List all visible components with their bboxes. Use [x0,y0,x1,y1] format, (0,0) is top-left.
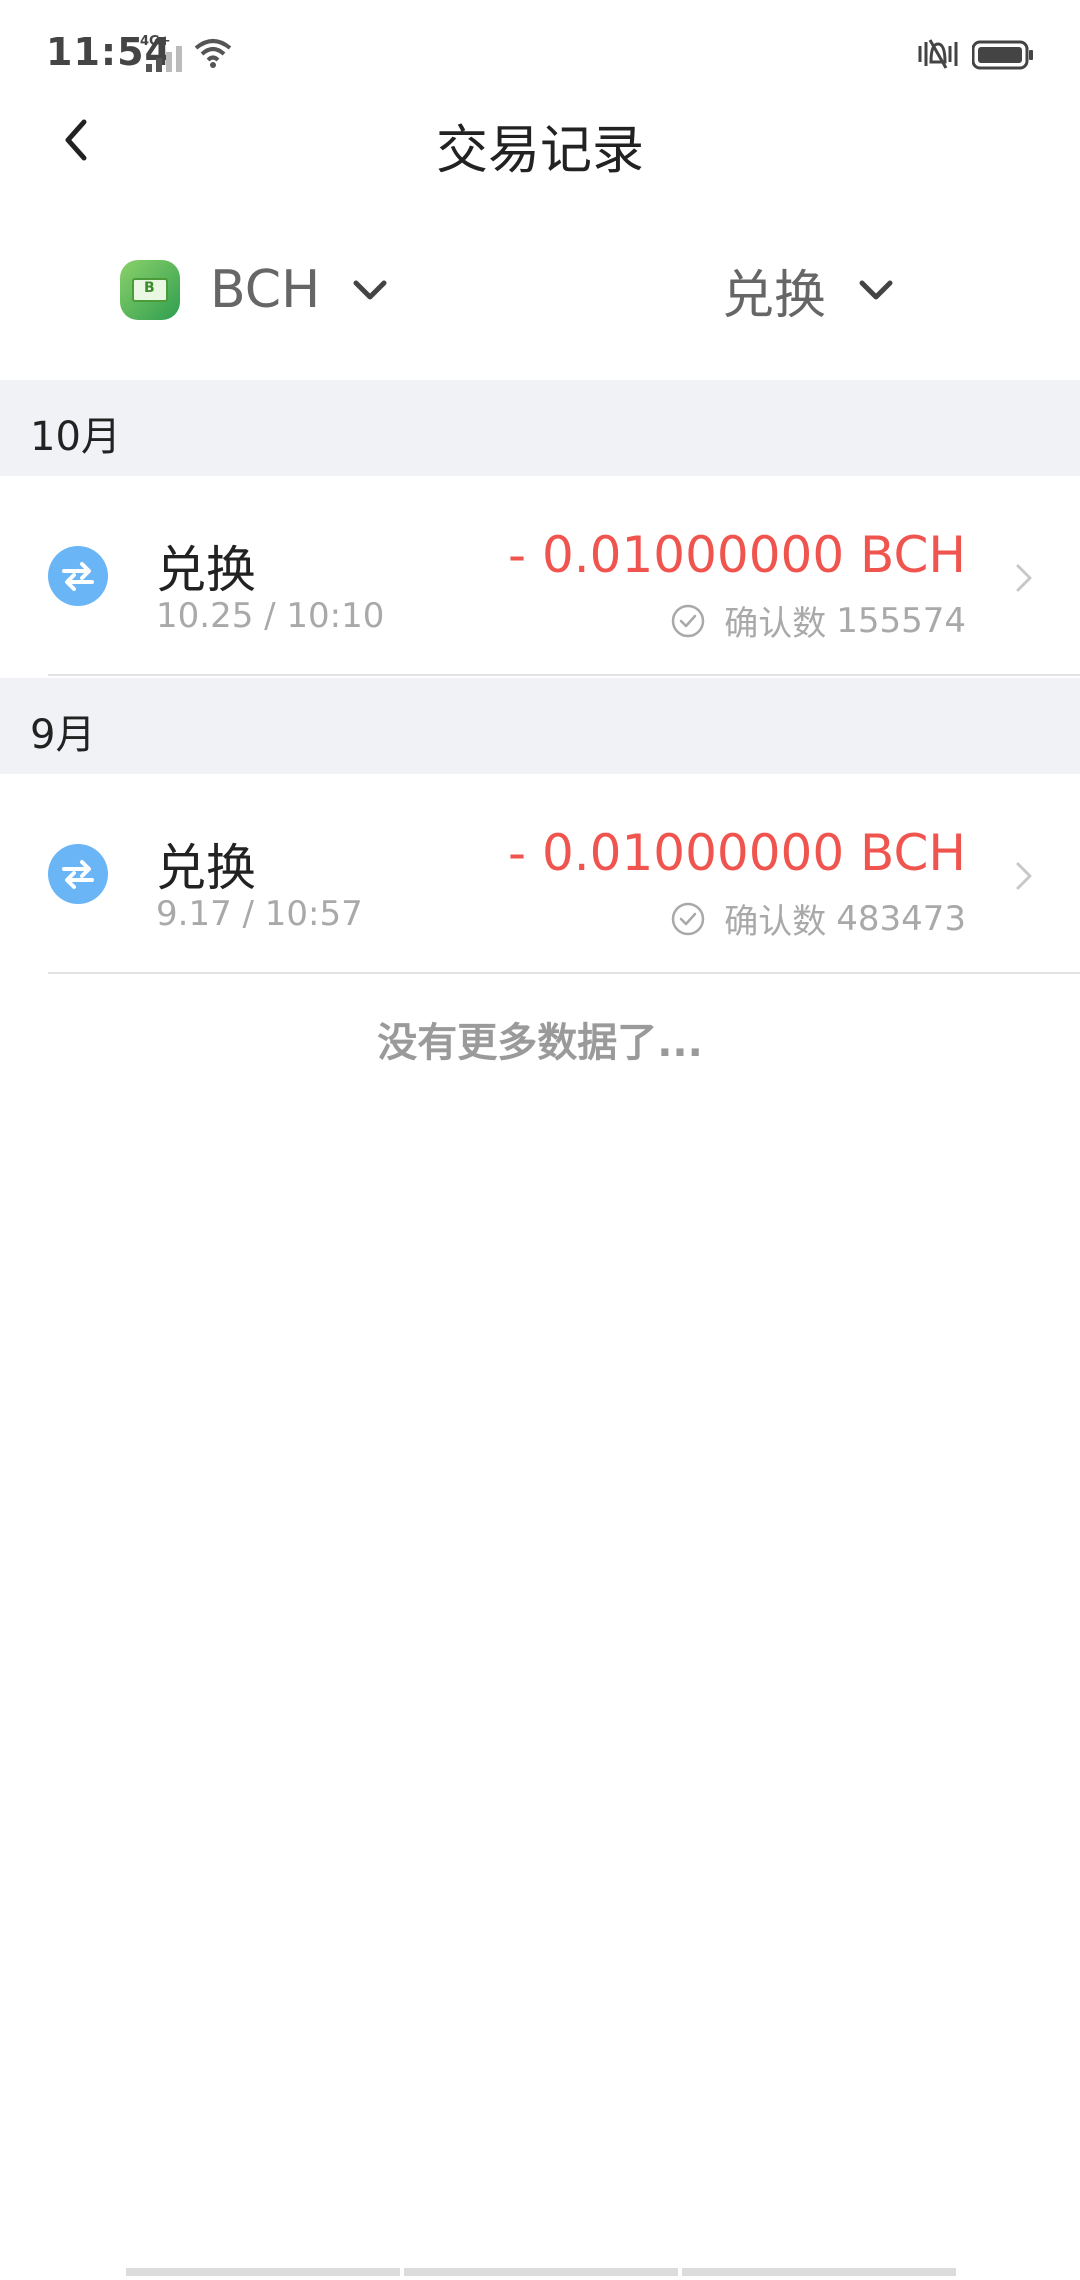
check-circle-icon [671,902,705,935]
transaction-type: 兑换 [156,839,256,897]
no-more-data-text: 没有更多数据了... [377,1020,703,1066]
coin-filter-dropdown[interactable]: BCH [120,250,390,330]
month-header: 9月 [0,678,1080,774]
swap-icon [48,844,108,904]
month-label: 10月 [30,414,121,460]
transaction-type: 兑换 [156,541,256,599]
vibrate-mute-icon [918,39,958,69]
check-circle-icon [671,604,705,637]
confirmations-count: 155574 [836,600,966,641]
transaction-datetime: 9.17 / 10:57 [156,894,363,934]
battery-icon [972,40,1033,70]
row-divider [48,674,1080,676]
swap-icon [48,546,108,606]
confirmations-label: 确认数 [724,902,827,942]
type-filter-label: 兑换 [722,265,827,326]
status-bar: 11:54 4G+ [0,0,1080,110]
month-header: 10月 [0,380,1080,476]
gesture-bar [126,2268,956,2276]
confirmations-count: 483473 [836,898,966,939]
transaction-row[interactable]: 兑换 9.17 / 10:57 - 0.01000000 BCH 确认数 483… [0,774,1080,974]
wifi-icon [194,39,232,68]
chevron-down-icon [353,280,387,300]
page-title: 交易记录 [435,121,644,181]
month-label: 9月 [30,712,96,758]
type-filter-dropdown[interactable]: 兑换 [722,250,896,330]
chevron-right-icon [1016,862,1032,890]
chevron-right-icon [1016,564,1032,592]
transaction-amount: - 0.01000000 BCH [508,526,966,584]
transaction-amount: - 0.01000000 BCH [508,824,966,882]
confirmations-info: 确认数 483473 [670,894,966,943]
confirmations-label: 确认数 [724,604,827,644]
coin-filter-label: BCH [210,260,321,320]
confirmations-info: 确认数 155574 [670,596,966,645]
row-divider [48,972,1080,974]
transaction-datetime: 10.25 / 10:10 [156,596,385,636]
chevron-down-icon [859,280,893,300]
bch-coin-icon [120,260,180,320]
signal-icon [146,46,182,72]
transaction-row[interactable]: 兑换 10.25 / 10:10 - 0.01000000 BCH 确认数 15… [0,476,1080,676]
